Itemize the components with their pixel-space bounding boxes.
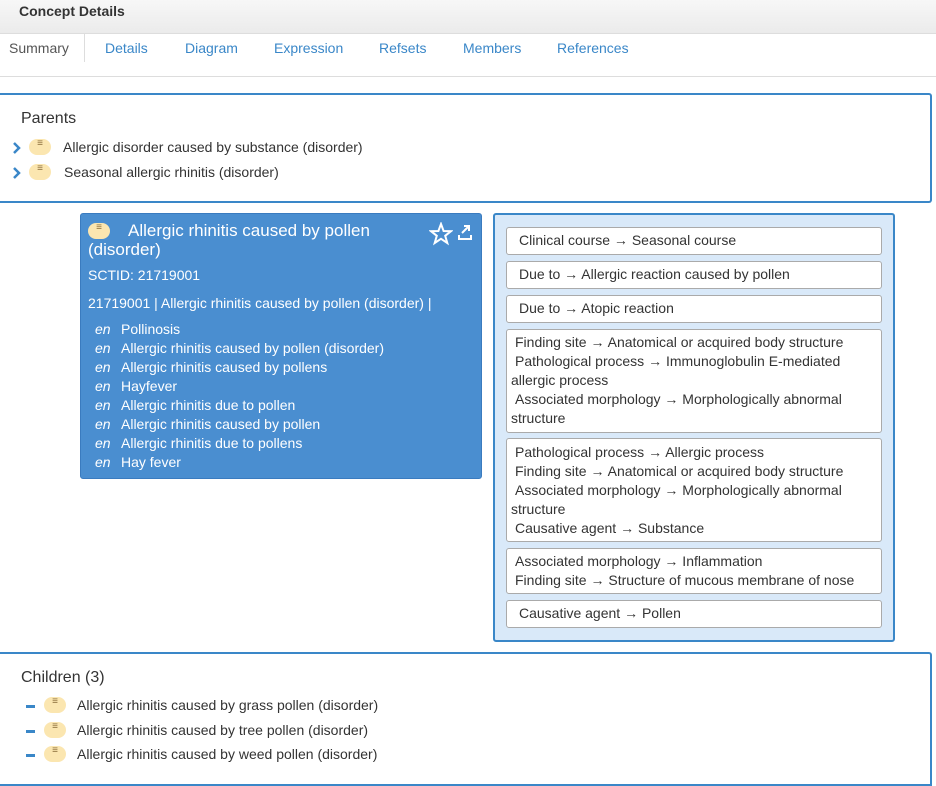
tab-details[interactable]: Details bbox=[105, 40, 148, 56]
attribute-group: Pathological process → Allergic process … bbox=[506, 438, 882, 542]
attribute-line[interactable]: Causative agent → Substance bbox=[515, 520, 704, 536]
attribute-line[interactable]: Associated morphology → Morphologically … bbox=[515, 391, 842, 407]
concept-title-text: Allergic rhinitis caused by pollen (diso… bbox=[88, 221, 370, 259]
chevron-right-icon[interactable] bbox=[11, 142, 23, 154]
sctid: SCTID: 21719001 bbox=[88, 267, 201, 283]
parents-title: Parents bbox=[21, 110, 77, 127]
attribute-group: Due to → Atopic reaction bbox=[506, 295, 882, 323]
attribute-line[interactable]: Pathological process → Immunoglobulin E-… bbox=[515, 353, 840, 369]
focus-concept-card: Allergic rhinitis caused by pollen (diso… bbox=[80, 213, 482, 479]
collapse-dash-icon[interactable] bbox=[26, 705, 35, 708]
description-row: en Hayfever bbox=[95, 378, 178, 394]
description-row: en Pollinosis bbox=[95, 321, 181, 337]
attribute-line[interactable]: structure bbox=[511, 501, 565, 517]
parent-item[interactable]: Seasonal allergic rhinitis (disorder) bbox=[64, 164, 279, 180]
attribute-line[interactable]: Finding site → Anatomical or acquired bo… bbox=[515, 334, 843, 350]
primitive-concept-badge bbox=[44, 745, 66, 762]
fully-specified-name: 21719001 | Allergic rhinitis caused by p… bbox=[88, 295, 432, 311]
attribute-line[interactable]: Due to → Allergic reaction caused by pol… bbox=[519, 266, 790, 282]
children-title: Children (3) bbox=[21, 669, 105, 686]
tab-bar: Summary Details Diagram Expression Refse… bbox=[0, 33, 936, 77]
tab-expression[interactable]: Expression bbox=[274, 40, 343, 56]
parent-item[interactable]: Allergic disorder caused by substance (d… bbox=[63, 139, 363, 155]
concept-details-header: Concept Details bbox=[0, 0, 936, 34]
tab-members[interactable]: Members bbox=[463, 40, 521, 56]
parents-panel: Parents Allergic disorder caused by subs… bbox=[0, 93, 932, 203]
attribute-group: Clinical course → Seasonal course bbox=[506, 227, 882, 255]
description-row: en Allergic rhinitis caused by pollen (di… bbox=[95, 340, 385, 356]
attribute-group: Associated morphology → Inflammation Fin… bbox=[506, 548, 882, 594]
attribute-line[interactable]: Finding site → Anatomical or acquired bo… bbox=[515, 463, 843, 479]
tab-references[interactable]: References bbox=[557, 40, 629, 56]
attribute-line[interactable]: allergic process bbox=[511, 372, 608, 388]
description-row: en Allergic rhinitis due to pollen bbox=[95, 397, 296, 413]
primitive-concept-badge bbox=[29, 138, 51, 155]
child-item[interactable]: Allergic rhinitis caused by weed pollen … bbox=[77, 746, 377, 762]
collapse-dash-icon[interactable] bbox=[26, 754, 35, 757]
tab-refsets[interactable]: Refsets bbox=[379, 40, 426, 56]
attribute-group: Finding site → Anatomical or acquired bo… bbox=[506, 329, 882, 433]
attribute-line[interactable]: Finding site → Structure of mucous membr… bbox=[515, 572, 854, 588]
attribute-group: Causative agent → Pollen bbox=[506, 600, 882, 628]
description-row: en Allergic rhinitis due to pollens bbox=[95, 435, 303, 451]
children-panel: Children (3) Allergic rhinitis caused by… bbox=[0, 652, 932, 786]
tab-diagram[interactable]: Diagram bbox=[185, 40, 238, 56]
chevron-right-icon[interactable] bbox=[11, 167, 23, 179]
primitive-concept-badge bbox=[44, 721, 66, 738]
attribute-line[interactable]: Pathological process → Allergic process bbox=[515, 444, 764, 460]
description-row: en Hay fever bbox=[95, 454, 181, 470]
attribute-line[interactable]: structure bbox=[511, 410, 565, 426]
child-item[interactable]: Allergic rhinitis caused by tree pollen … bbox=[77, 722, 368, 738]
star-icon[interactable] bbox=[429, 222, 453, 246]
attribute-group: Due to → Allergic reaction caused by pol… bbox=[506, 261, 882, 289]
attribute-line[interactable]: Associated morphology → Morphologically … bbox=[515, 482, 842, 498]
collapse-dash-icon[interactable] bbox=[26, 730, 35, 733]
attribute-line[interactable]: Due to → Atopic reaction bbox=[519, 300, 674, 316]
export-icon[interactable] bbox=[457, 223, 473, 241]
child-item[interactable]: Allergic rhinitis caused by grass pollen… bbox=[77, 697, 378, 713]
concept-title: Allergic rhinitis caused by pollen (diso… bbox=[88, 221, 418, 259]
attribute-line[interactable]: Associated morphology → Inflammation bbox=[515, 553, 762, 569]
description-row: en Allergic rhinitis caused by pollen bbox=[95, 416, 321, 432]
primitive-concept-badge bbox=[29, 163, 51, 180]
attribute-line[interactable]: Clinical course → Seasonal course bbox=[519, 232, 736, 248]
header-title: Concept Details bbox=[19, 3, 125, 19]
description-row: en Allergic rhinitis caused by pollens bbox=[95, 359, 328, 375]
attribute-line[interactable]: Causative agent → Pollen bbox=[519, 605, 681, 621]
attributes-panel: Clinical course → Seasonal course Due to… bbox=[493, 213, 895, 642]
tab-summary[interactable]: Summary bbox=[9, 40, 69, 56]
primitive-concept-badge bbox=[44, 696, 66, 713]
